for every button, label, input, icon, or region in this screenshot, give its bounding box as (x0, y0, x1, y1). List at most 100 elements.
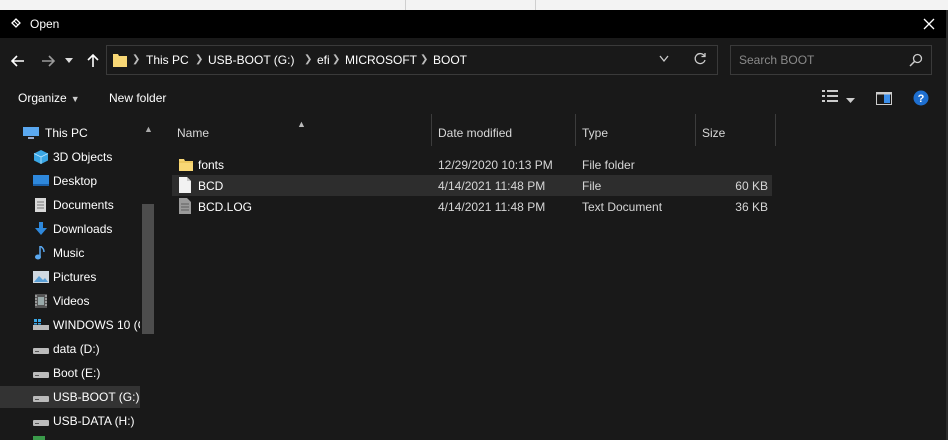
background-divider (535, 0, 536, 10)
address-bar[interactable]: ❯ This PC ❯ USB-BOOT (G:) ❯ efi ❯ MICROS… (106, 45, 718, 75)
file-name: BCD (198, 179, 224, 193)
back-button[interactable] (7, 50, 29, 72)
folder-icon (113, 54, 127, 67)
file-list: ▲ Name Date modified Type Size fonts 12/… (158, 114, 946, 440)
breadcrumb-separator: ❯ (132, 54, 141, 65)
nav-item-3d-objects[interactable]: 3D Objects (0, 146, 140, 168)
nav-item-music[interactable]: Music (0, 242, 140, 264)
breadcrumb-efi[interactable]: efi (317, 53, 330, 67)
search-box[interactable]: Search BOOT (730, 45, 932, 75)
nav-item-downloads[interactable]: Downloads (0, 218, 140, 240)
file-type: File (582, 179, 602, 193)
column-divider[interactable] (775, 114, 776, 146)
breadcrumb-separator: ❯ (420, 54, 429, 65)
preview-pane-icon (876, 92, 892, 105)
chevron-down-icon[interactable] (659, 55, 669, 63)
drive-icon (33, 348, 49, 354)
nav-item-pictures[interactable]: Pictures (0, 266, 140, 288)
text-file-icon (179, 198, 191, 214)
file-type: Text Document (582, 200, 663, 214)
preview-pane-button[interactable] (876, 92, 892, 108)
drive-icon (33, 420, 49, 426)
file-size: 36 KB (735, 200, 768, 214)
column-header-date-modified[interactable]: Date modified (432, 114, 575, 146)
nav-item-usb-data-h[interactable]: USB-DATA (H:) (0, 410, 140, 432)
breadcrumb-separator: ❯ (195, 54, 204, 65)
network-icon (33, 436, 45, 440)
new-folder-label: New folder (109, 91, 167, 105)
chevron-down-icon (65, 58, 73, 63)
background-divider (405, 0, 406, 10)
search-placeholder: Search BOOT (739, 53, 815, 67)
nav-item-boot-e[interactable]: Boot (E:) (0, 362, 140, 384)
search-icon (909, 53, 923, 67)
cube-icon (33, 150, 49, 164)
file-name: BCD.LOG (198, 200, 253, 214)
breadcrumb-separator: ❯ (332, 54, 341, 65)
file-type: File folder (582, 158, 635, 172)
picture-icon (33, 271, 49, 283)
recent-locations-button[interactable] (62, 50, 76, 72)
nav-item-desktop[interactable]: Desktop (0, 170, 140, 192)
title-bar: Open (0, 10, 946, 38)
command-bar: Organize ▼ New folder ? (0, 83, 946, 113)
navigation-scrollbar[interactable]: ▲ (140, 114, 157, 440)
file-date: 4/14/2021 11:48 PM (438, 200, 546, 214)
breadcrumb-separator: ❯ (304, 54, 313, 65)
organize-button[interactable]: Organize ▼ (18, 91, 80, 105)
caret-down-icon: ▼ (70, 94, 80, 104)
nav-item-this-pc[interactable]: This PC (0, 122, 140, 144)
close-icon (923, 18, 935, 30)
open-dialog: Open ❯ This PC ❯ USB-BOOT (G:) ❯ efi ❯ M… (0, 10, 948, 440)
details-view-icon (822, 90, 838, 102)
drive-icon (33, 396, 49, 402)
file-name: fonts (198, 158, 225, 172)
arrow-right-icon (42, 55, 55, 67)
arrow-up-icon (87, 54, 99, 67)
svg-text:?: ? (918, 93, 925, 105)
column-header-name[interactable]: Name (171, 114, 430, 146)
view-options-dropdown[interactable] (846, 93, 855, 107)
arrow-left-icon (11, 55, 24, 67)
drive-icon (33, 372, 49, 378)
document-icon (35, 198, 46, 212)
scrollbar-thumb[interactable] (142, 204, 154, 334)
nav-item-videos[interactable]: Videos (0, 290, 140, 312)
caret-down-icon (846, 98, 855, 103)
new-folder-button[interactable]: New folder (109, 91, 166, 105)
close-button[interactable] (918, 13, 940, 35)
window-title: Open (30, 17, 60, 31)
app-icon (11, 18, 21, 28)
music-icon (35, 246, 45, 260)
video-icon (35, 294, 47, 308)
scroll-up-icon[interactable]: ▲ (144, 124, 153, 134)
file-size: 60 KB (735, 179, 768, 193)
help-icon: ? (913, 90, 929, 106)
nav-item-windows-10[interactable]: WINDOWS 10 (C (0, 314, 146, 336)
refresh-icon[interactable] (693, 52, 707, 66)
file-icon (179, 177, 191, 193)
help-button[interactable]: ? (913, 90, 929, 109)
folder-icon (179, 159, 193, 171)
file-date: 12/29/2020 10:13 PM (438, 158, 553, 172)
navigation-pane: This PC 3D Objects Desktop Documents Dow… (0, 114, 158, 440)
table-row[interactable]: BCD 4/14/2021 11:48 PM File 60 KB (172, 175, 772, 196)
organize-label: Organize (18, 91, 67, 105)
breadcrumb-usb-boot[interactable]: USB-BOOT (G:) (208, 53, 294, 67)
desktop-icon (33, 175, 49, 186)
nav-item-usb-boot-g[interactable]: USB-BOOT (G:) (0, 386, 140, 408)
breadcrumb-this-pc[interactable]: This PC (146, 53, 189, 67)
column-header-type[interactable]: Type (576, 114, 694, 146)
download-icon (35, 222, 47, 235)
table-row[interactable]: BCD.LOG 4/14/2021 11:48 PM Text Document… (172, 196, 772, 217)
forward-button[interactable] (37, 50, 59, 72)
column-header-size[interactable]: Size (696, 114, 774, 146)
nav-item-data-d[interactable]: data (D:) (0, 338, 140, 360)
table-row[interactable]: fonts 12/29/2020 10:13 PM File folder (172, 154, 772, 175)
breadcrumb-boot[interactable]: BOOT (433, 53, 467, 67)
nav-item-documents[interactable]: Documents (0, 194, 140, 216)
change-view-button[interactable] (822, 89, 840, 106)
navigation-bar: ❯ This PC ❯ USB-BOOT (G:) ❯ efi ❯ MICROS… (0, 38, 946, 83)
breadcrumb-microsoft[interactable]: MICROSOFT (345, 53, 417, 67)
up-button[interactable] (82, 50, 104, 72)
